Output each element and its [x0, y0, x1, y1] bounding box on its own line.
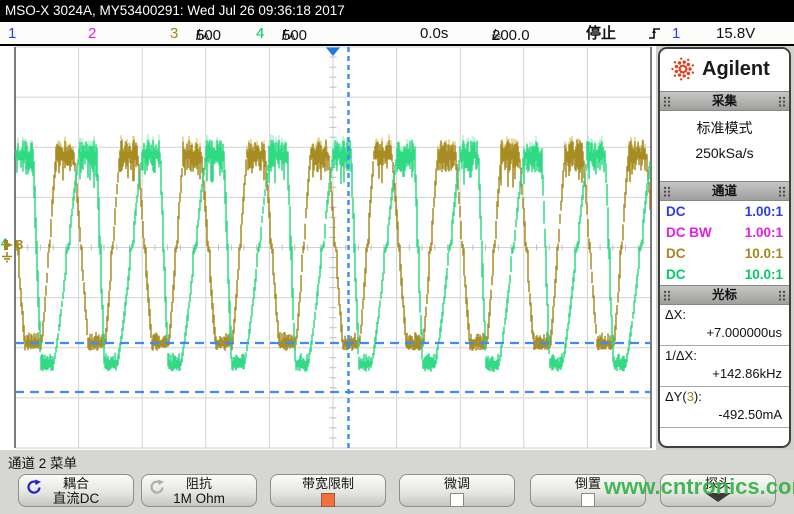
ch2-indicator[interactable]: 2 — [88, 24, 96, 44]
menu-title: 通道 2 菜单 — [8, 452, 77, 472]
channel-3-row: DC 10.0:1 — [660, 243, 789, 264]
cursor-delta-x: ΔX: +7.000000us — [660, 305, 789, 346]
ch1-coupling: DC — [666, 204, 686, 219]
run-state[interactable]: 停止 — [586, 24, 616, 44]
channel-1-row: DC 1.00:1 — [660, 201, 789, 222]
cursor-delta-y: ΔY(3): -492.50mA — [660, 387, 789, 428]
cursor-delta-x-value: +7.000000us — [665, 322, 784, 342]
section-header-acquisition[interactable]: 采集 — [660, 91, 789, 111]
grip-dots-icon — [663, 290, 671, 301]
ch4-probe-ratio: 10.0:1 — [745, 264, 783, 285]
grip-dots-icon — [778, 96, 786, 107]
softkey-impedance[interactable]: 阻抗 1M Ohm — [141, 474, 257, 507]
fine-adjust-checkbox[interactable] — [450, 493, 464, 507]
ch1-probe-ratio: 1.00:1 — [745, 201, 783, 222]
cycle-arrow-icon — [149, 479, 165, 498]
cursor-delta-y-label: ΔY(3): — [665, 389, 784, 404]
channel-4-row: DC 10.0:1 — [660, 264, 789, 285]
softkey-fine-adjust[interactable]: 微调 — [399, 474, 515, 507]
ch3-coupling: DC — [666, 246, 686, 261]
sidebar-panel: Agilent 采集 标准模式 250kSa/s 通道 DC 1.00:1 DC… — [658, 47, 791, 448]
agilent-logo-icon — [670, 56, 696, 84]
model-serial-datetime: MSO-X 3024A, MY53400291: Wed Jul 26 09:3… — [5, 3, 345, 18]
acquisition-mode: 标准模式 — [660, 118, 789, 138]
ch4-indicator[interactable]: 4 — [256, 24, 264, 44]
ch2-probe-ratio: 1.00:1 — [745, 222, 783, 243]
waveform-plot — [0, 46, 656, 450]
channel-2-row: DC BW 1.00:1 — [660, 222, 789, 243]
invert-checkbox[interactable] — [581, 493, 595, 507]
oscilloscope-screen: MSO-X 3024A, MY53400291: Wed Jul 26 09:3… — [0, 0, 794, 514]
brand-name: Agilent — [702, 58, 770, 81]
ch3-probe-ratio: 10.0:1 — [745, 243, 783, 264]
acquisition-info: 标准模式 250kSa/s — [660, 111, 789, 181]
cursor-delta-y-value: -492.50mA — [665, 404, 784, 424]
grip-dots-icon — [778, 290, 786, 301]
ch3-grid-label: 3 — [16, 239, 23, 251]
horizontal-delay[interactable]: 0.0s — [420, 24, 448, 44]
grip-dots-icon — [663, 186, 671, 197]
softkey-bandwidth-limit[interactable]: 带宽限制 — [270, 474, 386, 507]
cursor-delta-x-label: ΔX: — [665, 307, 784, 322]
scope-display[interactable]: 4 3 — [0, 46, 656, 450]
cursor-inv-delta-x-value: +142.86kHz — [665, 363, 784, 383]
bandwidth-limit-checkbox[interactable] — [321, 493, 335, 507]
ch2-coupling: DC BW — [666, 225, 712, 240]
brand-row: Agilent — [660, 49, 789, 91]
ch4-coupling: DC — [666, 267, 686, 282]
softkey-coupling[interactable]: 耦合 直流DC — [18, 474, 134, 507]
grip-dots-icon — [663, 96, 671, 107]
ch3-indicator[interactable]: 3 — [170, 24, 178, 44]
section-header-channels[interactable]: 通道 — [660, 181, 789, 201]
cursor-inv-delta-x: 1/ΔX: +142.86kHz — [660, 346, 789, 387]
trigger-edge-icon — [648, 26, 662, 47]
trigger-level[interactable]: 15.8V — [716, 24, 755, 44]
titlebar: MSO-X 3024A, MY53400291: Wed Jul 26 09:3… — [0, 0, 794, 22]
trigger-source[interactable]: 1 — [672, 24, 680, 44]
watermark: www.cntronics.com — [604, 474, 794, 500]
status-row: 1 2 3 500mA/ 4 500mA/ 0.0s 200.0us/ 停止 1… — [0, 22, 794, 46]
cursor-inv-delta-x-label: 1/ΔX: — [665, 348, 784, 363]
cycle-arrow-icon — [26, 479, 42, 498]
ch1-indicator[interactable]: 1 — [8, 24, 16, 44]
grip-dots-icon — [778, 186, 786, 197]
section-header-cursors[interactable]: 光标 — [660, 285, 789, 305]
sample-rate: 250kSa/s — [660, 145, 789, 161]
